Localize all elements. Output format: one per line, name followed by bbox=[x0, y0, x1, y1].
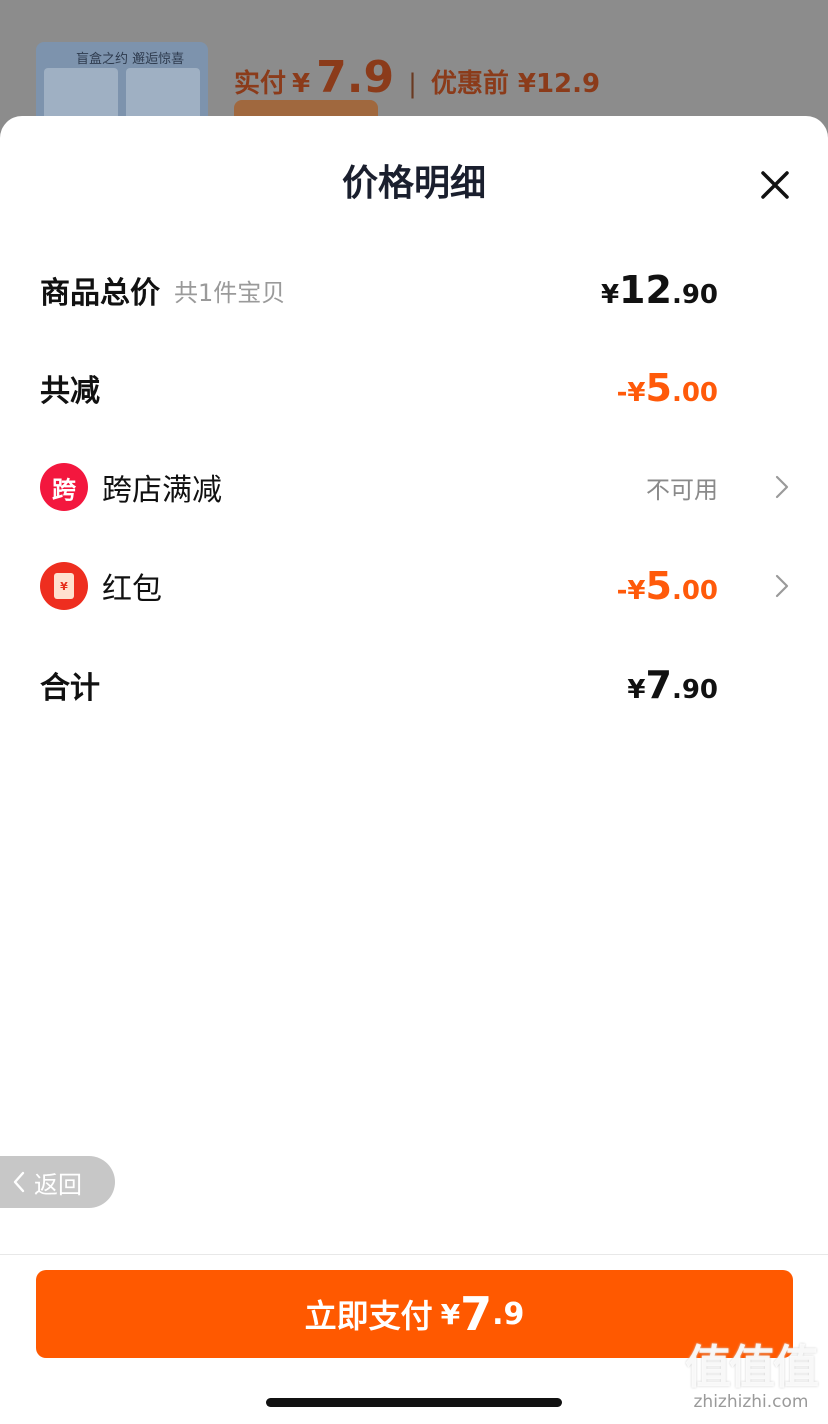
goods-total-label: 商品总价 bbox=[40, 276, 160, 311]
sheet-title: 价格明细 bbox=[341, 163, 486, 204]
goods-count: 共1件宝贝 bbox=[174, 278, 286, 307]
close-icon bbox=[761, 171, 789, 199]
amount-decimal: .90 bbox=[671, 675, 718, 705]
red-packet-symbol: ¥ bbox=[54, 573, 74, 599]
amount-integer: 12 bbox=[619, 268, 672, 312]
goods-total-amount: ¥ 12 .90 bbox=[601, 268, 718, 312]
close-button[interactable] bbox=[754, 164, 796, 206]
chevron-right-icon bbox=[772, 571, 792, 601]
amount-decimal: .90 bbox=[671, 280, 718, 310]
footer-divider bbox=[0, 1254, 828, 1255]
red-packet-amount: -¥ 5 .00 bbox=[617, 564, 718, 608]
price-separator: | bbox=[408, 69, 417, 99]
paid-currency: ¥ bbox=[292, 69, 311, 99]
back-button[interactable]: 返回 bbox=[0, 1156, 115, 1208]
before-discount-price: 优惠前 ¥12.9 bbox=[430, 69, 601, 99]
back-label: 返回 bbox=[34, 1170, 82, 1199]
red-packet-icon: ¥ bbox=[40, 562, 88, 610]
pay-currency: ¥ bbox=[440, 1297, 461, 1331]
amount-decimal: .00 bbox=[671, 576, 718, 606]
sum-label: 合计 bbox=[40, 671, 100, 706]
row-total-discount: 共减 -¥ 5 .00 bbox=[40, 358, 792, 418]
watermark-logo: 值值值 bbox=[685, 1340, 819, 1394]
minus-currency: -¥ bbox=[616, 576, 646, 606]
currency-symbol: ¥ bbox=[627, 675, 646, 705]
row-red-packet[interactable]: ¥ 红包 -¥ 5 .00 bbox=[40, 556, 792, 616]
chevron-right-icon bbox=[772, 472, 792, 502]
thumbnail-title: 盲盒之约 邂逅惊喜 bbox=[76, 52, 185, 67]
total-discount-amount: -¥ 5 .00 bbox=[617, 366, 718, 410]
watermark: 值值值 zhizhizhi.com bbox=[676, 1342, 826, 1424]
pay-amount-decimal: .9 bbox=[492, 1296, 525, 1332]
price-detail-sheet: 价格明细 商品总价 共1件宝贝 ¥ 12 .90 共减 -¥ 5 .00 跨 跨… bbox=[0, 116, 828, 1424]
chevron-left-icon bbox=[13, 1171, 25, 1193]
paid-label: 实付 bbox=[234, 69, 287, 99]
sum-amount: ¥ 7 .90 bbox=[627, 663, 718, 707]
product-thumbnail: 盲盒之约 邂逅惊喜 bbox=[36, 42, 208, 124]
cross-store-badge-icon: 跨 bbox=[40, 463, 88, 511]
red-packet-label: 红包 bbox=[102, 572, 162, 607]
watermark-url: zhizhizhi.com bbox=[693, 1392, 809, 1412]
amount-decimal: .00 bbox=[671, 378, 718, 408]
pay-amount-integer: 7 bbox=[460, 1287, 493, 1341]
amount-integer: 7 bbox=[645, 663, 672, 707]
row-goods-total: 商品总价 共1件宝贝 ¥ 12 .90 bbox=[40, 260, 792, 320]
background-price: 实付 ¥ 7.9 | 优惠前 ¥12.9 bbox=[234, 52, 600, 103]
minus-currency: -¥ bbox=[616, 378, 646, 408]
row-cross-store-discount[interactable]: 跨 跨店满减 不可用 bbox=[40, 457, 792, 517]
total-discount-label: 共减 bbox=[40, 374, 100, 409]
home-indicator bbox=[266, 1398, 562, 1407]
cross-store-label: 跨店满减 bbox=[102, 473, 222, 508]
cross-store-status: 不可用 bbox=[646, 475, 718, 504]
row-sum: 合计 ¥ 7 .90 bbox=[40, 655, 792, 715]
amount-integer: 5 bbox=[645, 564, 672, 608]
pay-label: 立即支付 bbox=[304, 1297, 433, 1335]
amount-integer: 5 bbox=[645, 366, 672, 410]
currency-symbol: ¥ bbox=[600, 280, 620, 310]
paid-amount: 7.9 bbox=[316, 52, 395, 103]
